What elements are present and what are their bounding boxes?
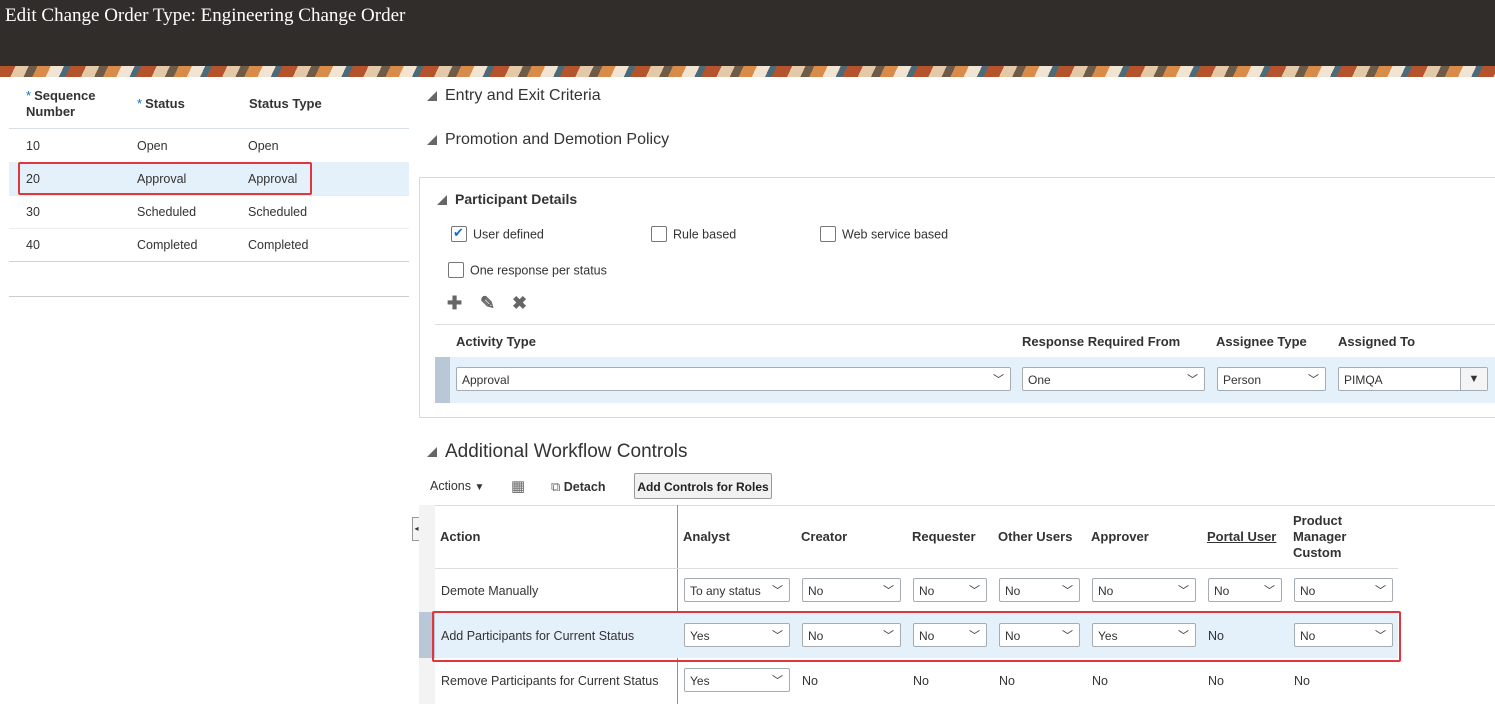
- status-cell: Scheduled: [137, 205, 197, 219]
- approver-select[interactable]: No ﹀: [1092, 578, 1196, 602]
- creator-cell: No: [802, 674, 818, 688]
- col-other-users[interactable]: Other Users: [998, 529, 1072, 544]
- activity-type-select[interactable]: Approval ﹀: [456, 367, 1011, 391]
- divider: [419, 505, 1495, 506]
- divider: [435, 568, 1398, 569]
- user-defined-checkbox[interactable]: User defined: [451, 225, 544, 243]
- checkbox-icon: [820, 226, 836, 242]
- rule-based-checkbox[interactable]: Rule based: [651, 226, 736, 243]
- chevron-down-icon: ﹀: [772, 675, 783, 687]
- chevron-down-icon: ﹀: [1264, 585, 1275, 597]
- analyst-select[interactable]: To any status ﹀: [684, 578, 790, 602]
- approver-cell: No: [1092, 674, 1108, 688]
- checkbox-checked-icon: [451, 225, 467, 242]
- col-action[interactable]: Action: [440, 529, 480, 544]
- add-controls-for-roles-button[interactable]: Add Controls for Roles: [634, 473, 772, 499]
- entry-exit-criteria-header[interactable]: Entry and Exit Criteria: [427, 87, 601, 105]
- action-cell: Demote Manually: [441, 584, 539, 598]
- decorative-banner: [0, 66, 1495, 77]
- collapse-triangle-icon: [427, 446, 437, 457]
- response-required-select[interactable]: One ﹀: [1022, 367, 1205, 391]
- portal-user-cell: No: [1208, 674, 1224, 688]
- col-response-required-from[interactable]: Response Required From: [1022, 334, 1180, 349]
- assigned-to-combobox[interactable]: PIMQA ▼: [1338, 367, 1488, 391]
- sequence-cell: 30: [26, 205, 40, 219]
- chevron-down-icon: ﹀: [1308, 374, 1319, 386]
- assignee-type-select[interactable]: Person ﹀: [1217, 367, 1326, 391]
- collapse-triangle-icon: [427, 90, 437, 101]
- product-manager-select[interactable]: No ﹀: [1294, 578, 1393, 602]
- freeze-columns-icon[interactable]: ▦: [511, 477, 525, 495]
- status-table-header: * Sequence Number * Status Status Type: [9, 84, 409, 129]
- dropdown-arrow-icon: ▼: [474, 482, 485, 493]
- detach-button[interactable]: ⧉ Detach: [551, 479, 605, 495]
- divider: [9, 296, 409, 297]
- col-portal-user[interactable]: Portal User: [1207, 529, 1276, 544]
- col-assignee-type[interactable]: Assignee Type: [1216, 334, 1307, 349]
- checkbox-icon: [651, 226, 667, 242]
- col-status-type[interactable]: Status Type: [249, 96, 322, 112]
- status-type-cell: Open: [248, 139, 279, 153]
- chevron-down-icon: ﹀: [1375, 585, 1386, 597]
- status-cell: Completed: [137, 238, 198, 252]
- status-type-cell: Completed: [248, 238, 309, 252]
- requester-cell: No: [913, 674, 929, 688]
- col-product-manager-custom[interactable]: Product Manager Custom: [1293, 513, 1346, 561]
- actions-menu[interactable]: Actions ▼: [430, 479, 484, 493]
- divider: [435, 324, 1495, 325]
- chevron-down-icon: ﹀: [993, 374, 1004, 386]
- table-row[interactable]: 40 Completed Completed: [9, 228, 409, 262]
- status-type-cell: Scheduled: [248, 205, 308, 219]
- action-cell: Remove Participants for Current Status: [441, 674, 659, 688]
- one-response-checkbox[interactable]: One response per status: [448, 262, 607, 279]
- col-requester[interactable]: Requester: [912, 529, 976, 544]
- status-cell: Open: [137, 139, 168, 153]
- chevron-down-icon: ﹀: [772, 585, 783, 597]
- product-manager-cell: No: [1294, 674, 1310, 688]
- dropdown-arrow-icon[interactable]: ▼: [1460, 368, 1487, 390]
- sequence-cell: 40: [26, 238, 40, 252]
- col-creator[interactable]: Creator: [801, 529, 847, 544]
- chevron-down-icon: ﹀: [969, 585, 980, 597]
- chevron-down-icon: ﹀: [1062, 585, 1073, 597]
- portal-user-select[interactable]: No ﹀: [1208, 578, 1282, 602]
- frozen-column-divider: [677, 505, 678, 704]
- col-status[interactable]: * Status: [137, 96, 185, 112]
- col-assigned-to[interactable]: Assigned To: [1338, 334, 1415, 349]
- row-header-handle[interactable]: [435, 357, 450, 403]
- chevron-down-icon: ﹀: [1187, 374, 1198, 386]
- table-row[interactable]: 10 Open Open: [9, 129, 409, 163]
- other-users-select[interactable]: No ﹀: [999, 578, 1080, 602]
- workflow-controls-header[interactable]: Additional Workflow Controls: [427, 441, 688, 463]
- web-service-checkbox[interactable]: Web service based: [820, 226, 948, 243]
- row-header-column: [419, 505, 435, 704]
- requester-select[interactable]: No ﹀: [913, 578, 987, 602]
- collapse-triangle-icon: [427, 134, 437, 145]
- col-approver[interactable]: Approver: [1091, 529, 1149, 544]
- participant-details-header[interactable]: Participant Details: [437, 191, 577, 207]
- detach-icon: ⧉: [551, 479, 561, 494]
- creator-select[interactable]: No ﹀: [802, 578, 901, 602]
- add-icon[interactable]: ✚: [447, 293, 462, 314]
- chevron-down-icon: ﹀: [1178, 585, 1189, 597]
- promotion-demotion-header[interactable]: Promotion and Demotion Policy: [427, 131, 669, 149]
- sequence-cell: 10: [26, 139, 40, 153]
- col-analyst[interactable]: Analyst: [683, 529, 730, 544]
- chevron-down-icon: ﹀: [883, 585, 894, 597]
- checkbox-icon: [448, 262, 464, 278]
- col-activity-type[interactable]: Activity Type: [456, 334, 536, 349]
- page-title: Edit Change Order Type: Engineering Chan…: [5, 5, 406, 26]
- highlight-box: [18, 162, 312, 195]
- collapse-triangle-icon: [437, 195, 447, 206]
- delete-icon[interactable]: ✖: [512, 293, 527, 314]
- edit-pencil-icon[interactable]: ✎: [480, 293, 495, 314]
- highlight-box: [432, 611, 1401, 662]
- other-users-cell: No: [999, 674, 1015, 688]
- page-header: Edit Change Order Type: Engineering Chan…: [0, 0, 1495, 66]
- col-sequence-number[interactable]: * Sequence Number: [26, 88, 116, 120]
- analyst-select[interactable]: Yes ﹀: [684, 668, 790, 692]
- table-row[interactable]: 30 Scheduled Scheduled: [9, 195, 409, 229]
